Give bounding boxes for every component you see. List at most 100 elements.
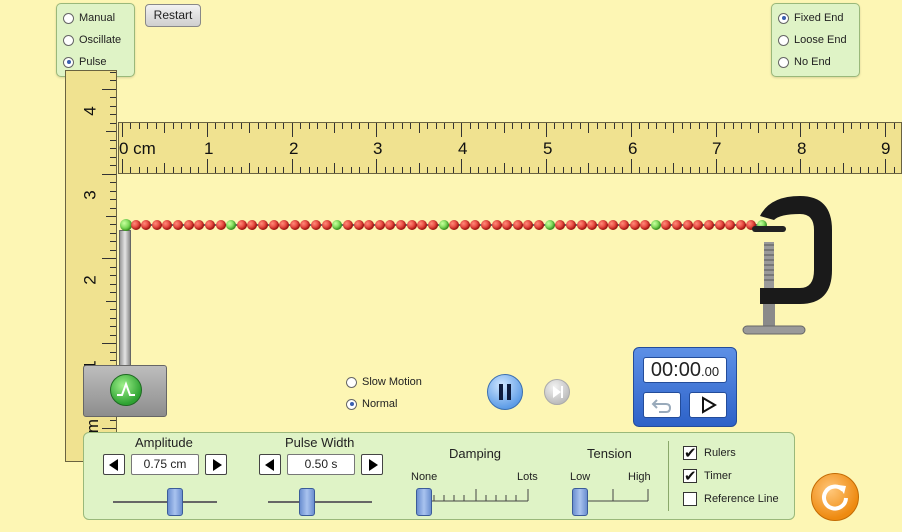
string-bead[interactable] <box>194 220 205 230</box>
timer-checkbox[interactable]: Timer <box>683 467 732 485</box>
amplitude-slider-track[interactable] <box>113 501 217 503</box>
string-bead-marker[interactable] <box>438 220 449 230</box>
string-bead[interactable] <box>204 220 215 230</box>
string-bead[interactable] <box>470 220 481 230</box>
timer-play-button[interactable] <box>689 392 727 418</box>
string-bead[interactable] <box>597 220 608 230</box>
string-bead[interactable] <box>385 220 396 230</box>
string-bead[interactable] <box>417 220 428 230</box>
timer-reset-button[interactable] <box>643 392 681 418</box>
reference-line-checkbox[interactable]: Reference Line <box>683 491 779 507</box>
string-bead[interactable] <box>258 220 269 230</box>
normal-speed-radio[interactable]: Normal <box>346 396 397 412</box>
ruler-h-tick <box>512 167 514 173</box>
string-bead[interactable] <box>618 220 629 230</box>
pause-button[interactable] <box>487 374 523 410</box>
string-bead-marker[interactable] <box>332 220 343 230</box>
ruler-h-tick <box>571 167 573 173</box>
string-bead[interactable] <box>512 220 523 230</box>
string-bead[interactable] <box>459 220 470 230</box>
pulse-width-increase-button[interactable] <box>361 454 383 475</box>
restart-button[interactable]: Restart <box>145 4 201 27</box>
string-bead[interactable] <box>247 220 258 230</box>
step-forward-button[interactable] <box>544 379 570 405</box>
string-bead-marker[interactable] <box>544 220 555 230</box>
string-bead[interactable] <box>576 220 587 230</box>
string-bead[interactable] <box>353 220 364 230</box>
reset-all-button[interactable] <box>811 473 859 521</box>
mode-oscillate-radio[interactable]: Oscillate <box>63 32 121 48</box>
slow-motion-radio[interactable]: Slow Motion <box>346 374 422 390</box>
string-bead[interactable] <box>300 220 311 230</box>
checkbox-box-checked[interactable] <box>683 444 697 462</box>
checkbox-box-checked[interactable] <box>683 467 697 485</box>
string-bead[interactable] <box>703 220 714 230</box>
string-bead[interactable] <box>406 220 417 230</box>
pulse-width-slider-thumb[interactable] <box>299 488 315 516</box>
string-bead[interactable] <box>725 220 736 230</box>
string-bead[interactable] <box>364 220 375 230</box>
string-bead[interactable] <box>183 220 194 230</box>
damping-slider-thumb[interactable] <box>416 488 432 516</box>
string-bead[interactable] <box>682 220 693 230</box>
string-bead[interactable] <box>311 220 322 230</box>
string-bead[interactable] <box>173 220 184 230</box>
string-bead[interactable] <box>321 220 332 230</box>
string-bead-marker[interactable] <box>226 220 237 230</box>
string-bead[interactable] <box>162 220 173 230</box>
pulse-button[interactable] <box>110 374 142 406</box>
string-bead[interactable] <box>215 220 226 230</box>
tension-slider-thumb[interactable] <box>572 488 588 516</box>
no-end-radio[interactable]: No End <box>778 54 831 70</box>
fixed-end-radio[interactable]: Fixed End <box>778 10 844 26</box>
amplitude-increase-button[interactable] <box>205 454 227 475</box>
string-bead[interactable] <box>141 220 152 230</box>
stopwatch[interactable]: 00:00.00 <box>633 347 737 427</box>
amplitude-slider-thumb[interactable] <box>167 488 183 516</box>
string-bead[interactable] <box>491 220 502 230</box>
radio-circle[interactable] <box>346 376 357 388</box>
string-bead-marker[interactable] <box>650 220 661 230</box>
rulers-checkbox[interactable]: Rulers <box>683 444 736 462</box>
string-bead[interactable] <box>268 220 279 230</box>
string-bead[interactable] <box>693 220 704 230</box>
string-bead[interactable] <box>427 220 438 230</box>
string-bead[interactable] <box>374 220 385 230</box>
string-bead[interactable] <box>640 220 651 230</box>
string-bead[interactable] <box>714 220 725 230</box>
string-bead[interactable] <box>151 220 162 230</box>
string-bead[interactable] <box>502 220 513 230</box>
string-bead[interactable] <box>449 220 460 230</box>
string-bead[interactable] <box>608 220 619 230</box>
string-bead[interactable] <box>480 220 491 230</box>
string-bead[interactable] <box>236 220 247 230</box>
radio-circle[interactable] <box>778 56 789 68</box>
string-bead[interactable] <box>661 220 672 230</box>
radio-circle[interactable] <box>63 34 74 46</box>
string-bead[interactable] <box>279 220 290 230</box>
string-bead[interactable] <box>534 220 545 230</box>
string-bead[interactable] <box>672 220 683 230</box>
mode-pulse-radio[interactable]: Pulse <box>63 54 107 70</box>
string-bead[interactable] <box>587 220 598 230</box>
checkbox-box[interactable] <box>683 492 697 506</box>
loose-end-radio[interactable]: Loose End <box>778 32 847 48</box>
radio-circle-selected[interactable] <box>778 12 789 24</box>
string-bead[interactable] <box>523 220 534 230</box>
string-bead[interactable] <box>289 220 300 230</box>
string-bead[interactable] <box>629 220 640 230</box>
mode-manual-radio[interactable]: Manual <box>63 10 115 26</box>
radio-circle[interactable] <box>778 34 789 46</box>
pulse-width-slider-track[interactable] <box>268 501 372 503</box>
radio-circle-selected[interactable] <box>346 398 357 410</box>
string-bead[interactable] <box>342 220 353 230</box>
radio-circle[interactable] <box>63 12 74 24</box>
pulse-width-decrease-button[interactable] <box>259 454 281 475</box>
string-bead[interactable] <box>396 220 407 230</box>
horizontal-ruler[interactable]: 0 cm 1 2 3 4 5 6 7 8 9 <box>118 122 902 174</box>
amplitude-decrease-button[interactable] <box>103 454 125 475</box>
string-bead[interactable] <box>555 220 566 230</box>
string-bead[interactable] <box>130 220 141 230</box>
radio-circle-selected[interactable] <box>63 56 74 68</box>
string-bead[interactable] <box>565 220 576 230</box>
